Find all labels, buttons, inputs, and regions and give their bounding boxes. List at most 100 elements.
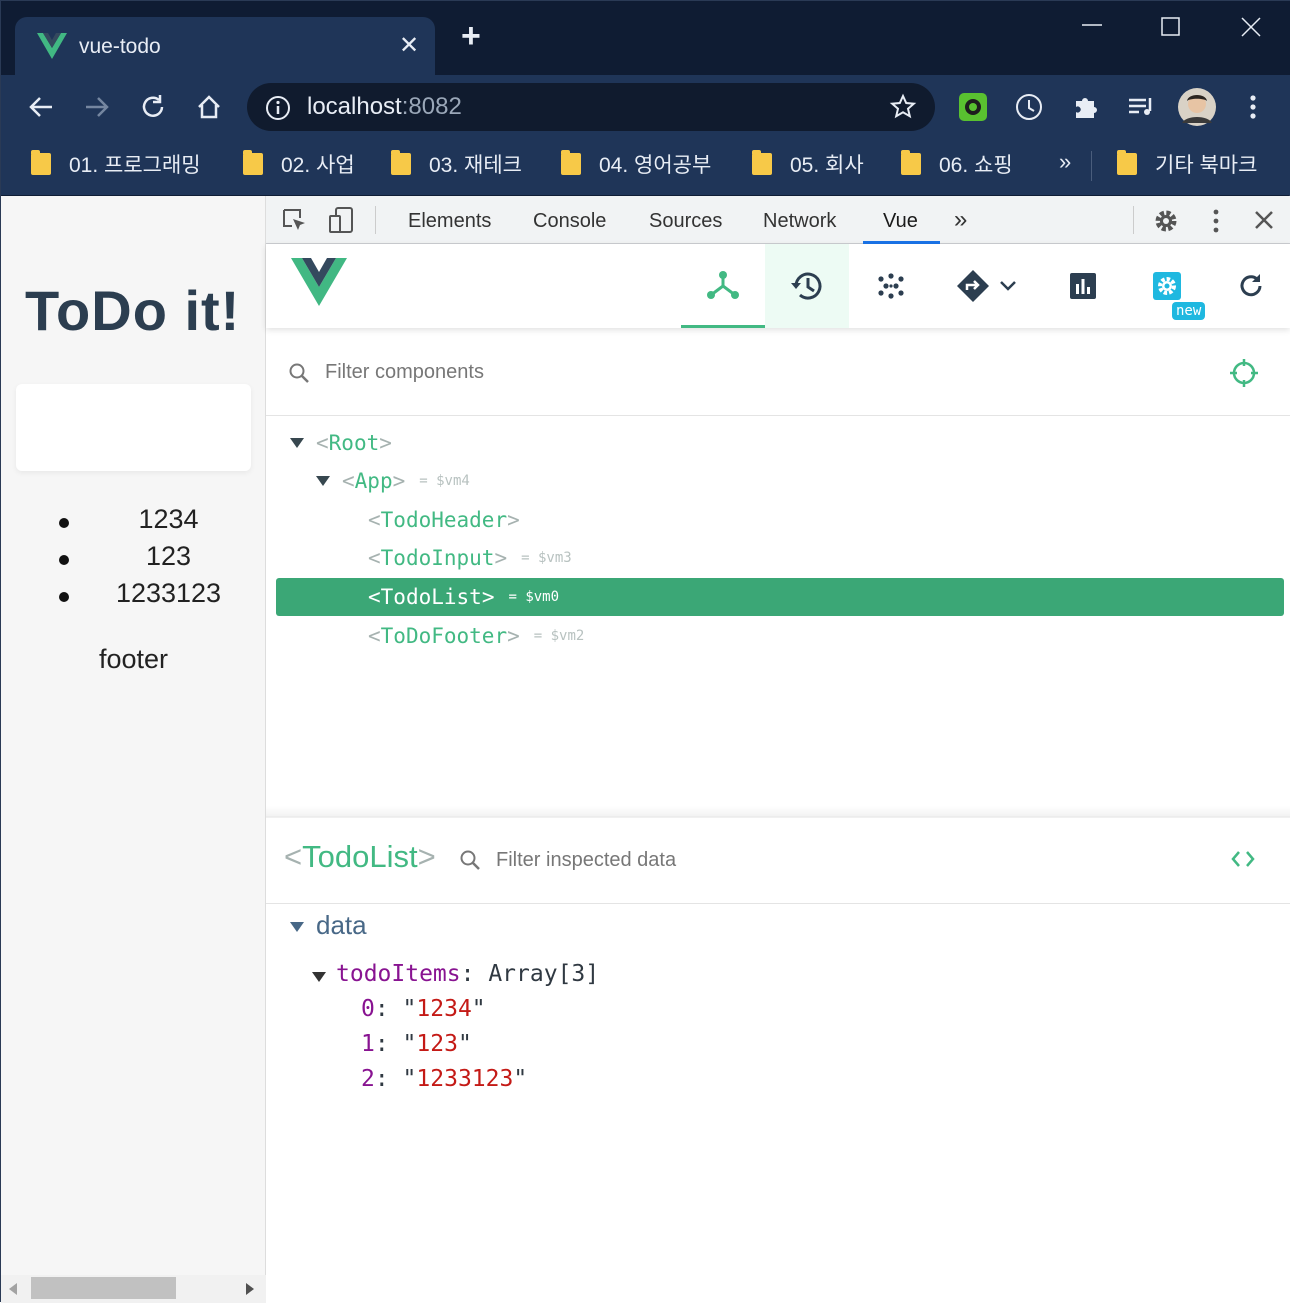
address-bar[interactable]: localhost:8082 bbox=[247, 83, 935, 131]
bookmark-folder[interactable]: 06. 쇼핑 bbox=[901, 149, 1013, 179]
vue-logo-icon bbox=[291, 258, 347, 311]
data-row-todoitems[interactable]: todoItems: Array[3] bbox=[336, 961, 599, 987]
extensions-puzzle-icon[interactable] bbox=[1067, 89, 1103, 125]
browser-toolbar: localhost:8082 bbox=[1, 75, 1290, 139]
forward-icon[interactable] bbox=[79, 89, 115, 125]
new-tab-button[interactable]: + bbox=[461, 19, 481, 53]
tree-node-todoheader[interactable]: < TodoHeader > bbox=[368, 501, 1280, 539]
vue-favicon-icon bbox=[37, 33, 67, 64]
components-tree-icon bbox=[707, 270, 739, 299]
more-tabs-icon[interactable]: » bbox=[954, 206, 967, 234]
performance-tab[interactable] bbox=[1041, 244, 1125, 328]
scroll-left-icon[interactable] bbox=[9, 1283, 17, 1295]
window-close-icon[interactable] bbox=[1241, 17, 1261, 42]
vuex-tab[interactable] bbox=[849, 244, 933, 328]
routing-dropdown[interactable] bbox=[946, 244, 1026, 328]
scrollbar-thumb[interactable] bbox=[31, 1277, 176, 1299]
todo-list: 1234 123 1233123 bbox=[1, 504, 266, 615]
list-item: 1234 bbox=[1, 504, 266, 541]
tree-node-todolist[interactable]: < TodoList > = $vm0 bbox=[276, 578, 1284, 616]
bookmarks-bar: 01. 프로그래밍 02. 사업 03. 재테크 04. 영어공부 05. 회사… bbox=[1, 139, 1290, 195]
tab-sources[interactable]: Sources bbox=[649, 210, 722, 233]
search-icon bbox=[288, 362, 310, 389]
site-info-icon[interactable] bbox=[265, 95, 291, 126]
bookmark-folder[interactable]: 01. 프로그래밍 bbox=[31, 149, 201, 179]
toolbar-divider bbox=[1133, 206, 1134, 234]
page-title: ToDo it! bbox=[25, 279, 241, 342]
tab-title: vue-todo bbox=[79, 35, 161, 58]
tree-node-root[interactable]: < Root > bbox=[290, 424, 1280, 462]
new-badge: new bbox=[1172, 302, 1206, 320]
reload-icon[interactable] bbox=[135, 89, 171, 125]
bookmarks-overflow-button[interactable]: » bbox=[1059, 149, 1071, 175]
bookmark-folder[interactable]: 02. 사업 bbox=[243, 149, 355, 179]
horizontal-scrollbar[interactable] bbox=[1, 1275, 266, 1303]
screen-capture-extension-icon[interactable] bbox=[955, 89, 991, 125]
minimize-icon[interactable] bbox=[1081, 13, 1103, 42]
data-row-item[interactable]: 2: "1233123" bbox=[361, 1066, 527, 1092]
devtools-panel: Elements Console Sources Network Vue » n… bbox=[266, 196, 1290, 1303]
tree-node-todofooter[interactable]: < ToDoFooter > = $vm2 bbox=[368, 617, 1280, 655]
timeline-tab[interactable] bbox=[765, 244, 849, 328]
tab-strip: vue-todo ✕ + bbox=[1, 1, 1290, 75]
vuex-dots-icon bbox=[878, 273, 904, 299]
folder-icon bbox=[752, 150, 772, 175]
maximize-icon[interactable] bbox=[1161, 17, 1181, 42]
clock-extension-icon[interactable] bbox=[1011, 89, 1047, 125]
search-icon bbox=[459, 849, 481, 876]
browser-tab[interactable]: vue-todo ✕ bbox=[15, 17, 435, 75]
expand-caret-icon[interactable] bbox=[316, 476, 330, 486]
bookmark-folder[interactable]: 05. 회사 bbox=[752, 149, 864, 179]
tab-vue[interactable]: Vue bbox=[883, 210, 918, 233]
list-item: 1233123 bbox=[1, 578, 266, 615]
url-text: localhost:8082 bbox=[307, 93, 462, 120]
todo-input[interactable] bbox=[16, 384, 251, 471]
components-tab[interactable] bbox=[681, 244, 765, 328]
data-section-label: data bbox=[316, 910, 367, 940]
tab-elements[interactable]: Elements bbox=[408, 210, 491, 233]
select-component-target-icon[interactable] bbox=[1229, 358, 1259, 393]
history-icon bbox=[791, 272, 822, 300]
refresh-button[interactable] bbox=[1209, 244, 1290, 328]
chrome-menu-icon[interactable] bbox=[1235, 89, 1271, 125]
list-item: 123 bbox=[1, 541, 266, 578]
folder-icon bbox=[561, 150, 581, 175]
inspect-element-icon[interactable] bbox=[282, 208, 308, 239]
tree-node-todoinput[interactable]: < TodoInput > = $vm3 bbox=[368, 539, 1280, 577]
bookmark-folder[interactable]: 03. 재테크 bbox=[391, 149, 522, 179]
bookmark-folder[interactable]: 04. 영어공부 bbox=[561, 149, 711, 179]
tab-network[interactable]: Network bbox=[763, 210, 836, 233]
data-row-item[interactable]: 1: "123" bbox=[361, 1031, 472, 1057]
device-toolbar-icon[interactable] bbox=[328, 206, 356, 239]
data-row-item[interactable]: 0: "1234" bbox=[361, 996, 486, 1022]
bookmark-star-icon[interactable] bbox=[889, 93, 917, 126]
routing-sign-icon bbox=[957, 270, 989, 302]
tab-close-icon[interactable]: ✕ bbox=[399, 31, 419, 60]
collapse-caret-icon[interactable] bbox=[290, 922, 304, 932]
tree-node-app[interactable]: < App > = $vm4 bbox=[316, 462, 1280, 500]
home-icon[interactable] bbox=[191, 89, 227, 125]
filter-components-input[interactable]: Filter components bbox=[325, 361, 484, 384]
expand-caret-icon[interactable] bbox=[312, 972, 326, 982]
devtools-tab-bar: Elements Console Sources Network Vue » bbox=[266, 196, 1290, 244]
close-devtools-icon[interactable] bbox=[1254, 210, 1274, 235]
browser-window: vue-todo ✕ + localhost:8082 01. 프로그래밍 02… bbox=[0, 0, 1290, 1303]
settings-tab[interactable]: new bbox=[1125, 244, 1209, 328]
media-queue-icon[interactable] bbox=[1123, 89, 1159, 125]
folder-icon bbox=[243, 150, 263, 175]
devtools-menu-icon[interactable] bbox=[1212, 208, 1220, 239]
refresh-icon bbox=[1240, 274, 1262, 297]
component-filter-row: Filter components bbox=[266, 344, 1290, 416]
inspected-component-name: <TodoList> bbox=[284, 839, 436, 874]
page-viewport: ToDo it! 1234 123 1233123 footer bbox=[1, 196, 266, 1303]
other-bookmarks-folder[interactable]: 기타 북마크 bbox=[1117, 149, 1257, 179]
settings-gear-icon[interactable] bbox=[1152, 207, 1180, 240]
profile-avatar[interactable] bbox=[1177, 87, 1217, 127]
tab-console[interactable]: Console bbox=[533, 210, 606, 233]
scroll-right-icon[interactable] bbox=[246, 1283, 254, 1295]
back-icon[interactable] bbox=[23, 89, 59, 125]
expand-caret-icon[interactable] bbox=[290, 438, 304, 448]
filter-inspected-input[interactable]: Filter inspected data bbox=[496, 849, 676, 872]
folder-icon bbox=[391, 150, 411, 175]
code-brackets-icon[interactable] bbox=[1230, 849, 1256, 874]
